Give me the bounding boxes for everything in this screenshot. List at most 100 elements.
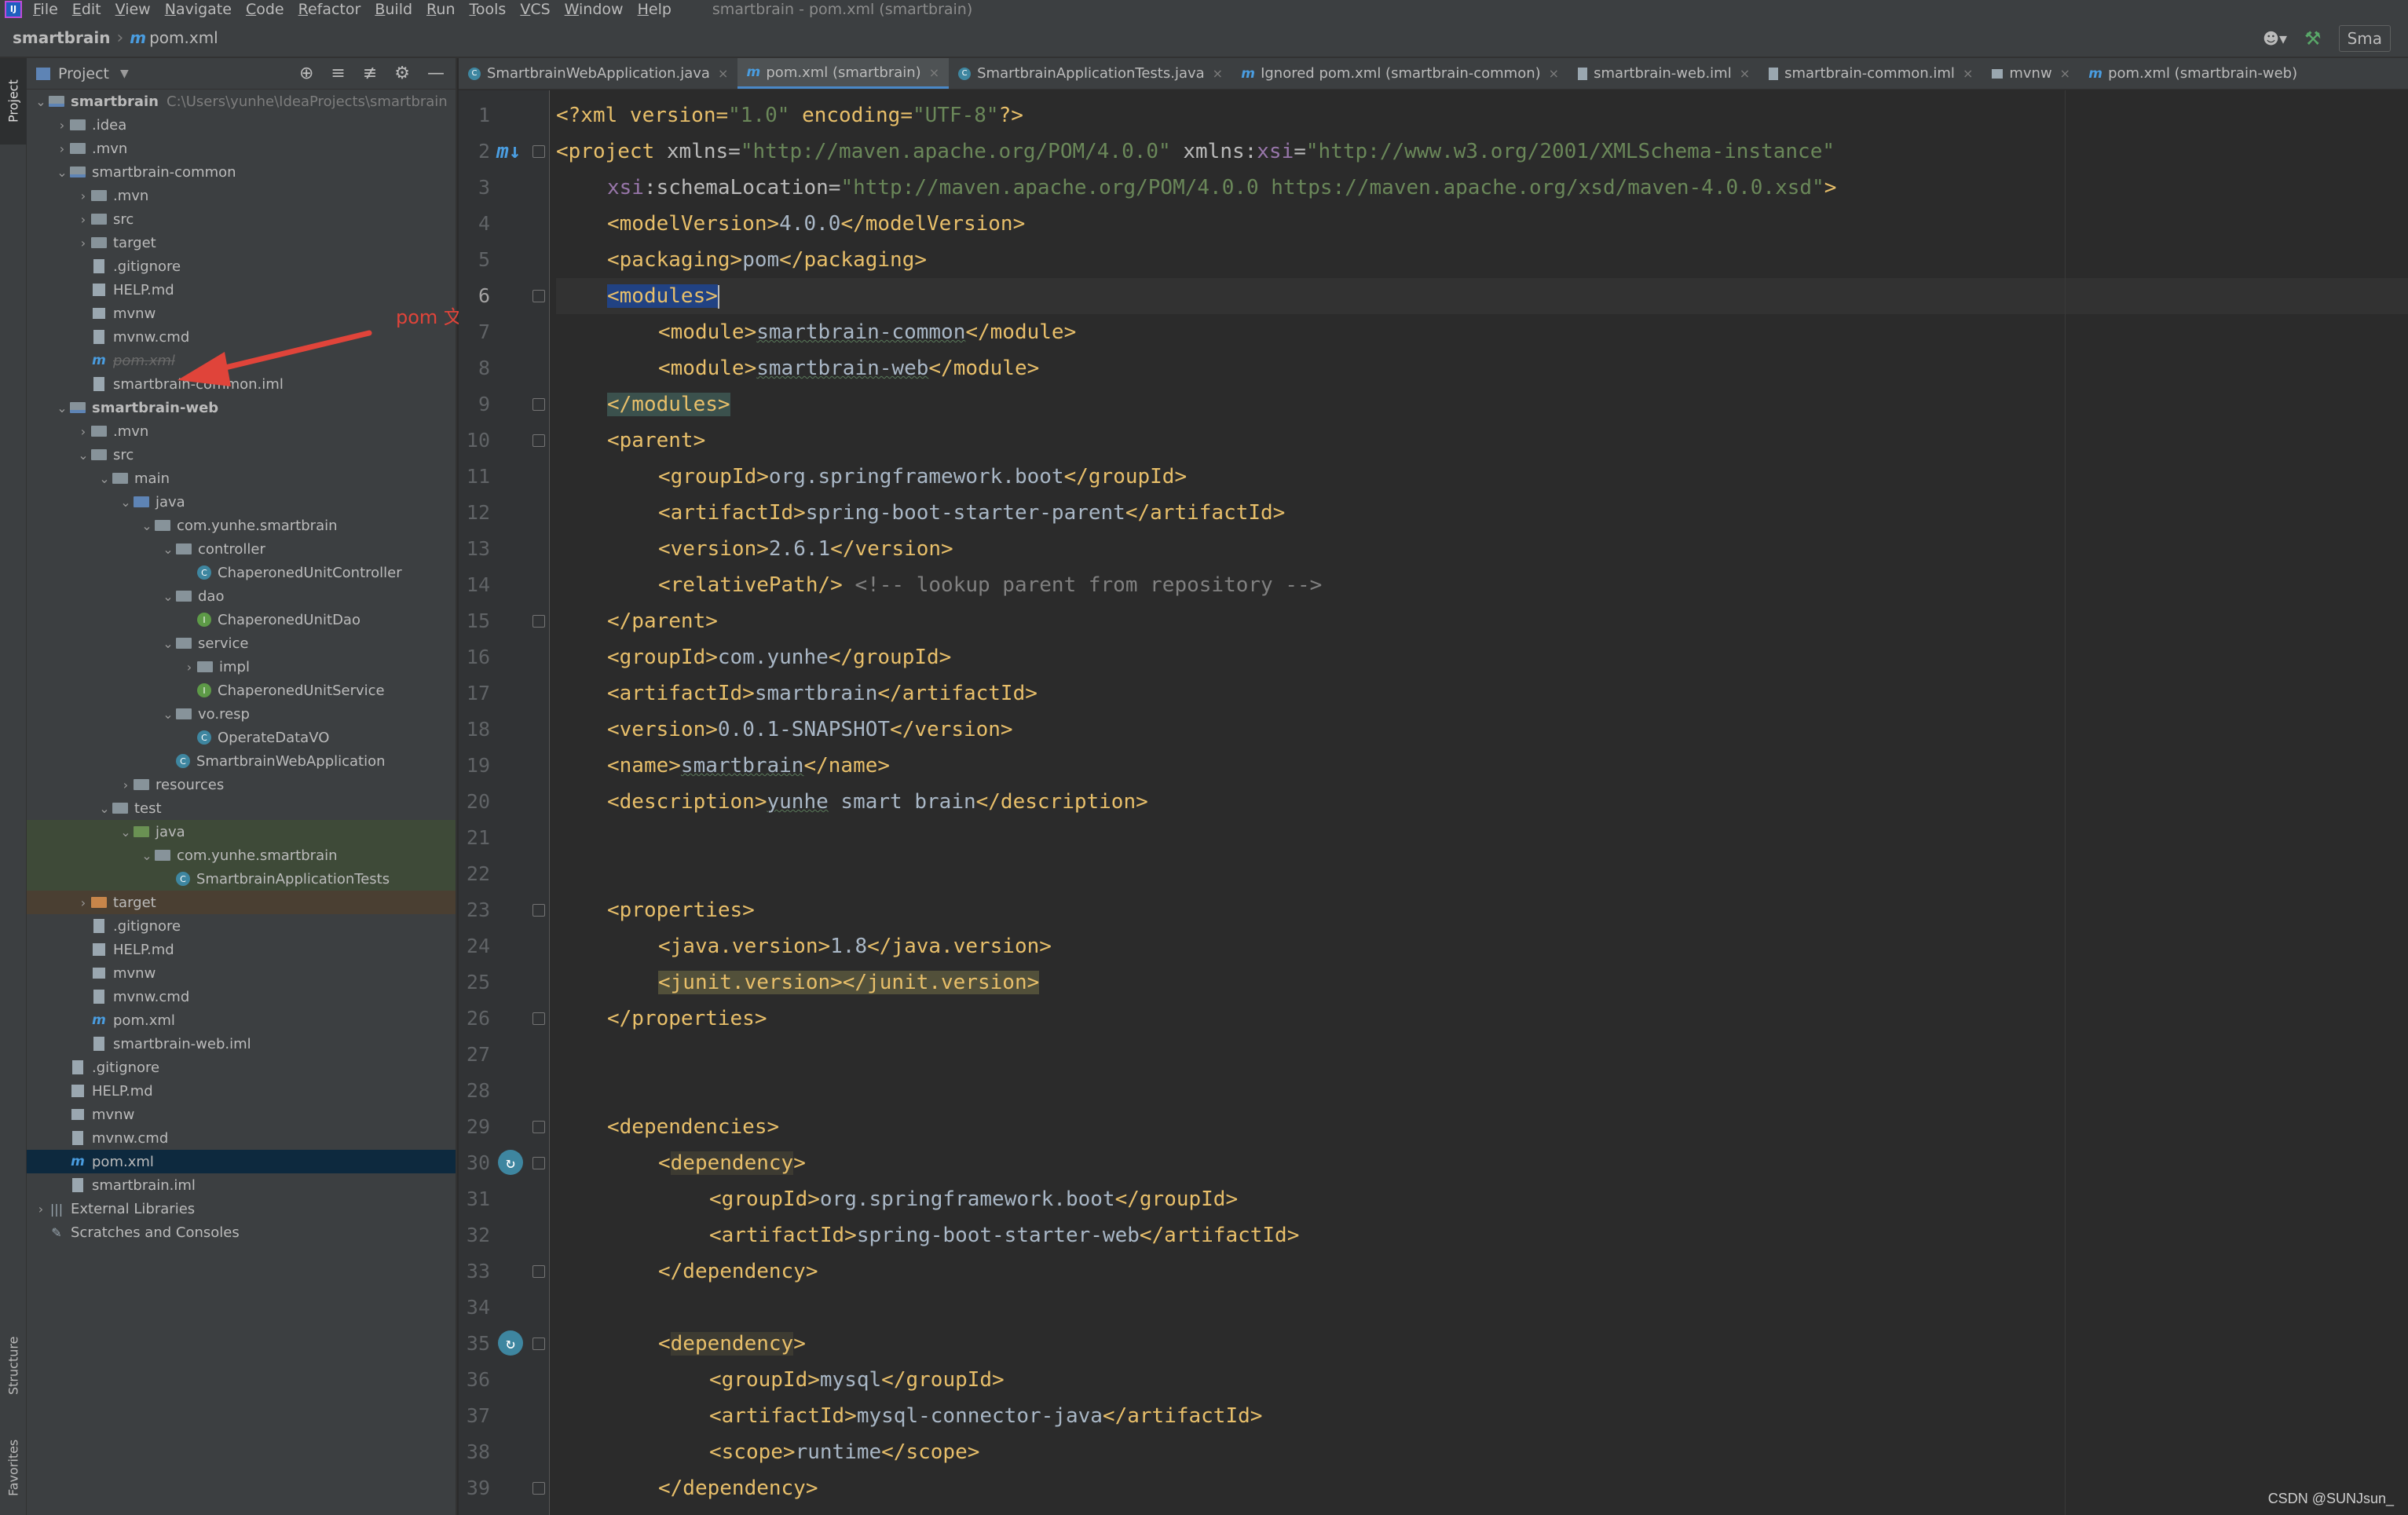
- tree-item[interactable]: › impl: [27, 655, 456, 679]
- tree-item[interactable]: .gitignore: [27, 254, 456, 278]
- breadcrumb-project[interactable]: smartbrain: [13, 28, 110, 47]
- chevron-down-icon[interactable]: ⌄: [139, 518, 155, 533]
- editor-tab[interactable]: m pom.xml (smartbrain) ×: [737, 58, 950, 89]
- tree-item[interactable]: smartbrain-web.iml: [27, 1032, 456, 1056]
- chevron-right-icon[interactable]: ›: [118, 778, 134, 792]
- editor-tab[interactable]: smartbrain-web.iml ×: [1568, 58, 1759, 89]
- chevron-right-icon[interactable]: ›: [54, 118, 70, 133]
- tree-item[interactable]: ⌄ controller: [27, 537, 456, 561]
- tree-item[interactable]: HELP.md: [27, 938, 456, 961]
- tree-item[interactable]: › .idea: [27, 113, 456, 137]
- fold-marker-icon[interactable]: [532, 904, 545, 917]
- tree-item[interactable]: .gitignore: [27, 1056, 456, 1079]
- close-icon[interactable]: ×: [1963, 66, 1973, 81]
- tool-tab-project[interactable]: Project: [0, 58, 27, 145]
- tree-item[interactable]: m pom.xml: [27, 1150, 456, 1173]
- chevron-right-icon[interactable]: ›: [75, 895, 91, 910]
- menu-run[interactable]: Run: [426, 1, 455, 18]
- editor-tab[interactable]: mvnw ×: [1982, 58, 2080, 89]
- tree-item[interactable]: mvnw.cmd: [27, 325, 456, 349]
- collapse-all-icon[interactable]: ≢: [363, 64, 377, 83]
- close-icon[interactable]: ×: [2060, 66, 2070, 81]
- tree-item[interactable]: ⌄ java: [27, 820, 456, 843]
- user-account-icon[interactable]: ☻▾: [2263, 29, 2287, 48]
- close-icon[interactable]: ×: [1549, 66, 1559, 81]
- fold-marker-icon[interactable]: [532, 1338, 545, 1350]
- tool-tab-favorites[interactable]: Favorites: [0, 1421, 27, 1515]
- chevron-down-icon[interactable]: ⌄: [33, 94, 49, 109]
- tree-item[interactable]: › .mvn: [27, 137, 456, 160]
- fold-marker-icon[interactable]: [532, 434, 545, 447]
- chevron-down-icon[interactable]: ⌄: [118, 495, 134, 510]
- menu-vcs[interactable]: VCS: [520, 1, 550, 18]
- tree-item[interactable]: › .mvn: [27, 419, 456, 443]
- chevron-down-icon[interactable]: ⌄: [160, 707, 176, 722]
- chevron-down-icon[interactable]: ⌄: [139, 848, 155, 863]
- tree-item[interactable]: › target: [27, 231, 456, 254]
- tree-item[interactable]: m pom.xml: [27, 349, 456, 372]
- run-configuration-select[interactable]: Sma: [2338, 25, 2391, 52]
- menu-refactor[interactable]: Refactor: [298, 1, 361, 18]
- tree-item[interactable]: ⌄ vo.resp: [27, 702, 456, 726]
- tree-item[interactable]: mvnw: [27, 961, 456, 985]
- tree-item[interactable]: I ChaperonedUnitService: [27, 679, 456, 702]
- fold-marker-icon[interactable]: [532, 1121, 545, 1133]
- tree-item[interactable]: C ChaperonedUnitController: [27, 561, 456, 584]
- tree-item[interactable]: › .mvn: [27, 184, 456, 207]
- chevron-right-icon[interactable]: ›: [75, 212, 91, 227]
- fold-marker-icon[interactable]: [532, 145, 545, 158]
- close-icon[interactable]: ×: [1213, 66, 1223, 81]
- tree-item[interactable]: ⌄ com.yunhe.smartbrain: [27, 843, 456, 867]
- tree-item[interactable]: ⌄ java: [27, 490, 456, 514]
- tree-item[interactable]: C OperateDataVO: [27, 726, 456, 749]
- tree-item[interactable]: ⌄ com.yunhe.smartbrain: [27, 514, 456, 537]
- tree-item[interactable]: m pom.xml: [27, 1008, 456, 1032]
- tree-item[interactable]: smartbrain.iml: [27, 1173, 456, 1197]
- tree-item[interactable]: mvnw.cmd: [27, 1126, 456, 1150]
- chevron-down-icon[interactable]: ⌄: [54, 165, 70, 180]
- tree-item[interactable]: smartbrain-common.iml: [27, 372, 456, 396]
- chevron-right-icon[interactable]: ›: [75, 236, 91, 251]
- code-editor[interactable]: 1 2 3 4 5 6 7 8 9 10 11 12 13 14 15 16 17 18 19 20 21 22 23 24 2…: [459, 90, 2408, 1515]
- chevron-right-icon[interactable]: ›: [33, 1202, 49, 1217]
- hide-panel-icon[interactable]: —: [427, 64, 445, 83]
- menu-edit[interactable]: Edit: [72, 1, 101, 18]
- chevron-right-icon[interactable]: ›: [75, 424, 91, 439]
- chevron-down-icon[interactable]: ⌄: [97, 801, 112, 816]
- tree-item[interactable]: ✎ Scratches and Consoles: [27, 1220, 456, 1244]
- fold-marker-icon[interactable]: [532, 1265, 545, 1278]
- chevron-down-icon[interactable]: ▼: [120, 68, 129, 80]
- close-icon[interactable]: ×: [1740, 66, 1750, 81]
- tree-item[interactable]: C SmartbrainApplicationTests: [27, 867, 456, 891]
- tree-item[interactable]: ⌄ smartbrain C:\Users\yunhe\IdeaProjects\s…: [27, 90, 456, 113]
- tree-item[interactable]: HELP.md: [27, 1079, 456, 1103]
- menu-navigate[interactable]: Navigate: [165, 1, 232, 18]
- chevron-right-icon[interactable]: ›: [75, 188, 91, 203]
- tree-item[interactable]: ⌄ src: [27, 443, 456, 467]
- editor-tab[interactable]: smartbrain-common.iml ×: [1759, 58, 1982, 89]
- fold-marker-icon[interactable]: [532, 290, 545, 302]
- tree-item[interactable]: HELP.md: [27, 278, 456, 302]
- maven-gutter-icon[interactable]: m↓: [496, 140, 521, 163]
- editor-tab[interactable]: m pom.xml (smartbrain-web): [2080, 58, 2307, 89]
- menu-file[interactable]: File: [33, 1, 58, 18]
- close-icon[interactable]: ×: [718, 66, 728, 81]
- close-icon[interactable]: ×: [929, 65, 939, 80]
- expand-all-icon[interactable]: ≡: [331, 64, 345, 83]
- menu-help[interactable]: Help: [638, 1, 672, 18]
- chevron-right-icon[interactable]: ›: [54, 141, 70, 156]
- fold-marker-icon[interactable]: [532, 1157, 545, 1169]
- chevron-down-icon[interactable]: ⌄: [54, 401, 70, 415]
- tree-item[interactable]: ⌄ main: [27, 467, 456, 490]
- spring-bean-icon[interactable]: ↻: [498, 1150, 523, 1175]
- tree-item[interactable]: ⌄ smartbrain-web: [27, 396, 456, 419]
- chevron-down-icon[interactable]: ⌄: [160, 542, 176, 557]
- spring-bean-icon[interactable]: ↻: [498, 1330, 523, 1356]
- tree-item[interactable]: ⌄ test: [27, 796, 456, 820]
- chevron-down-icon[interactable]: ⌄: [75, 448, 91, 463]
- tree-item[interactable]: .gitignore: [27, 914, 456, 938]
- chevron-right-icon[interactable]: ›: [181, 660, 197, 675]
- tree-item[interactable]: › resources: [27, 773, 456, 796]
- tree-item[interactable]: ⌄ smartbrain-common: [27, 160, 456, 184]
- tree-item[interactable]: › ||| External Libraries: [27, 1197, 456, 1220]
